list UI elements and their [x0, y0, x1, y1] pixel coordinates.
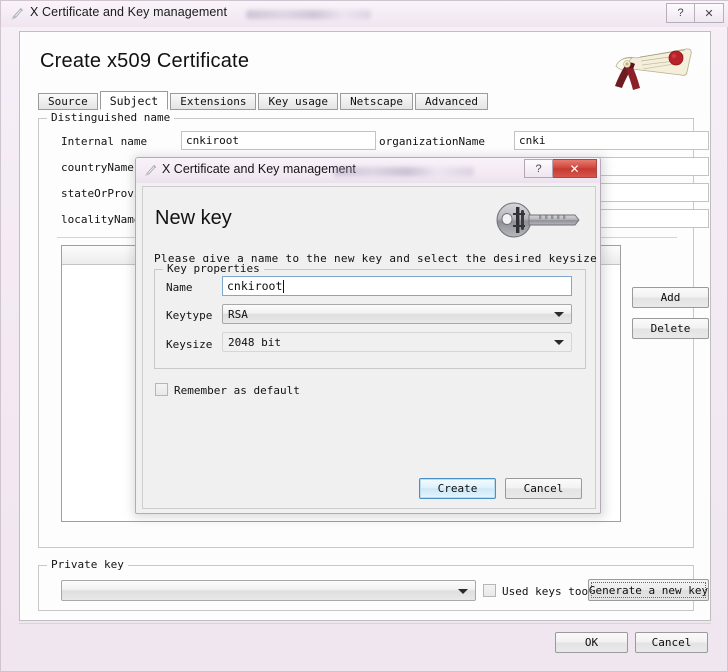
dialog-window-buttons: ? ✕: [524, 159, 597, 178]
certificate-pen-icon: [145, 164, 157, 176]
keytype-select[interactable]: RSA: [222, 304, 572, 324]
delete-button[interactable]: Delete: [632, 318, 709, 339]
key-properties-group: Key properties Name Keytype Keysize cnki…: [154, 262, 586, 369]
keysize-select[interactable]: 2048 bit: [222, 332, 572, 352]
input-internal-name[interactable]: cnkiroot: [181, 131, 376, 150]
tab-extensions[interactable]: Extensions: [170, 93, 257, 110]
chevron-down-icon: [554, 340, 564, 345]
main-window-titlebar[interactable]: X Certificate and Key management ? ✕: [1, 1, 728, 27]
key-name-input[interactable]: cnkiroot: [222, 276, 572, 296]
chevron-down-icon: [458, 588, 468, 594]
private-key-legend: Private key: [47, 558, 128, 571]
generate-new-key-button[interactable]: Generate a new key: [588, 579, 709, 601]
label-key-size: Keysize: [166, 338, 213, 351]
dialog-body: New key Please give a name to the new ke…: [142, 186, 597, 509]
create-button[interactable]: Create: [419, 478, 496, 499]
main-window-buttons: ? ✕: [666, 3, 724, 23]
help-button[interactable]: ?: [666, 3, 695, 23]
tab-netscape[interactable]: Netscape: [340, 93, 414, 110]
dialog-cancel-button[interactable]: Cancel: [505, 478, 582, 499]
main-window-title: X Certificate and Key management: [30, 5, 228, 19]
ok-button[interactable]: OK: [555, 632, 628, 653]
remember-as-default-checkbox[interactable]: [155, 383, 168, 396]
remember-as-default-label: Remember as default: [174, 384, 300, 397]
used-keys-label: Used keys too: [502, 585, 589, 598]
tab-subject[interactable]: Subject: [99, 91, 169, 110]
cancel-button[interactable]: Cancel: [635, 632, 708, 653]
certificate-pen-icon: [11, 7, 24, 20]
private-key-group: Private key Used keys too Generate a new…: [38, 558, 709, 611]
key-icon: [496, 202, 580, 238]
input-organization-name[interactable]: cnki: [514, 131, 709, 150]
label-internal-name: Internal name: [61, 135, 148, 148]
private-key-select[interactable]: [61, 580, 476, 601]
key-properties-legend: Key properties: [163, 262, 264, 275]
titlebar-blurred-text: [246, 10, 371, 19]
tab-advanced[interactable]: Advanced: [415, 93, 489, 110]
dialog-titlebar[interactable]: X Certificate and Key management ? ✕: [136, 158, 600, 183]
footer-separator: [19, 623, 711, 624]
tab-strip: Source Subject Extensions Key usage Nets…: [38, 91, 490, 110]
new-key-dialog: X Certificate and Key management ? ✕ New…: [135, 157, 601, 514]
dialog-title: X Certificate and Key management: [162, 162, 356, 176]
text-caret: [283, 279, 285, 293]
dialog-help-button[interactable]: ?: [524, 159, 553, 178]
label-organization-name: organizationName: [379, 135, 485, 148]
dialog-titlebar-blurred-text: [334, 167, 474, 176]
used-keys-checkbox[interactable]: [483, 584, 496, 597]
distinguished-name-legend: Distinguished name: [47, 111, 175, 124]
page-title: Create x509 Certificate: [40, 50, 250, 72]
key-name-value: cnkiroot: [227, 279, 283, 293]
app-root: X Certificate and Key management ? ✕ Cre…: [0, 0, 728, 672]
close-button[interactable]: ✕: [695, 3, 724, 23]
chevron-down-icon: [554, 312, 564, 317]
label-key-type: Keytype: [166, 309, 213, 322]
tab-source[interactable]: Source: [38, 93, 98, 110]
label-key-name: Name: [166, 281, 193, 294]
keysize-value: 2048 bit: [228, 335, 281, 349]
label-locality-name: localityName: [61, 213, 141, 226]
tab-key-usage[interactable]: Key usage: [258, 93, 339, 110]
label-country-name: countryName: [61, 161, 134, 174]
add-button[interactable]: Add: [632, 287, 709, 308]
dialog-heading: New key: [155, 207, 232, 229]
certificate-scroll-seal-logo: [615, 48, 692, 90]
keytype-value: RSA: [228, 307, 248, 321]
dialog-close-button[interactable]: ✕: [553, 159, 597, 178]
